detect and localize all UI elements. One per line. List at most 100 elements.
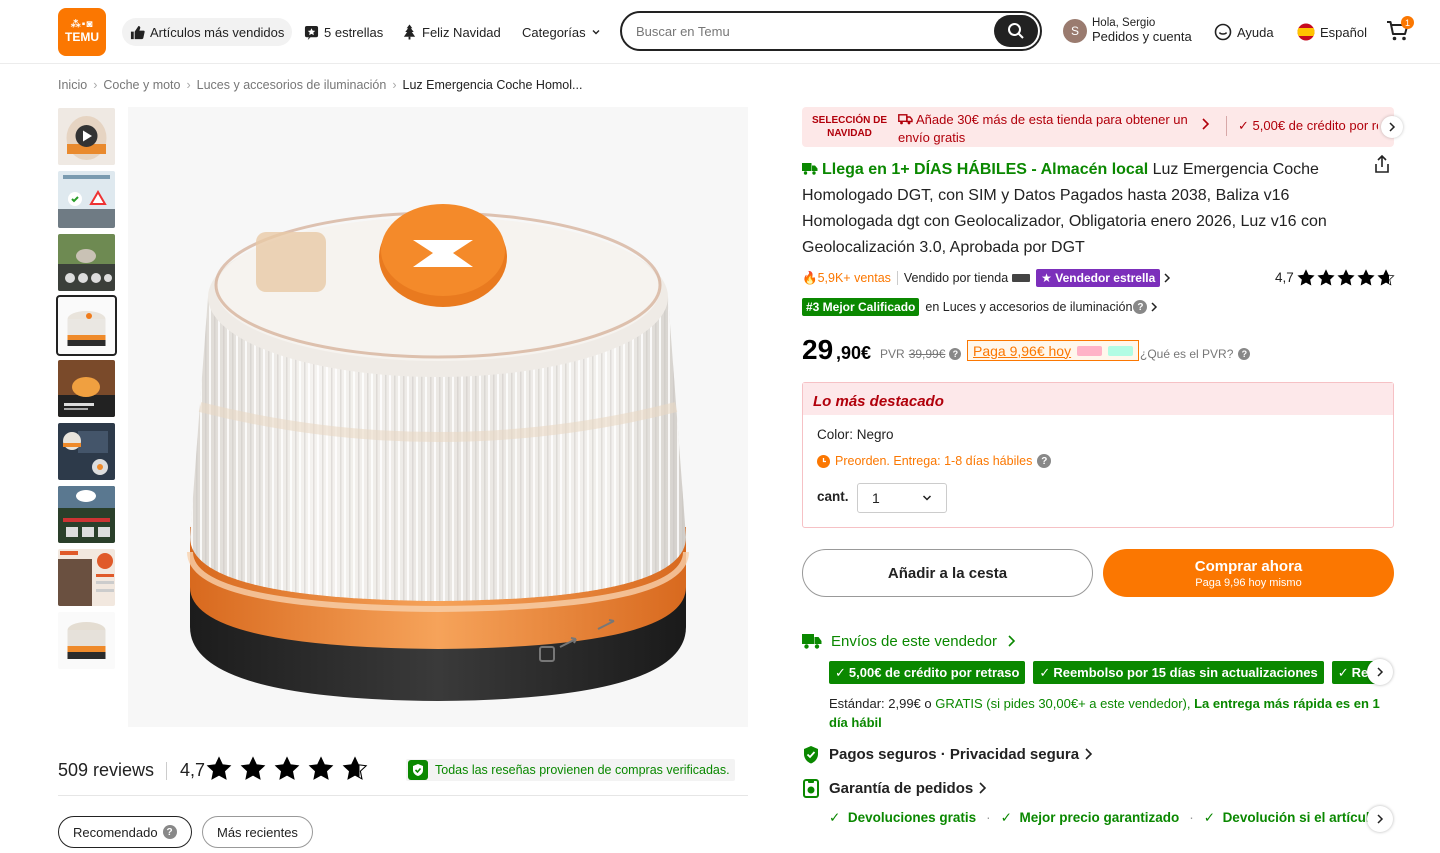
thumbnail-image — [58, 360, 115, 417]
search-button[interactable] — [994, 15, 1038, 47]
nav-categories[interactable]: Categorías — [522, 18, 601, 46]
thumbnail-6[interactable] — [58, 423, 115, 480]
separator-dot: · — [1189, 810, 1194, 825]
star-icon — [206, 756, 232, 780]
guarantee-next-button[interactable] — [1367, 806, 1393, 832]
star-seller-badge[interactable]: ★ Vendedor estrella — [1036, 269, 1161, 287]
product-title: Llega en 1+ DÍAS HÁBILES - Almacén local… — [802, 157, 1362, 261]
star-icon — [1357, 269, 1375, 286]
thumbnail-9[interactable] — [58, 612, 115, 669]
thumbs-up-icon — [130, 25, 145, 39]
thumbnail-image — [58, 549, 115, 606]
promo-next-button[interactable] — [1381, 116, 1403, 138]
emergency-beacon-image — [128, 107, 748, 727]
breadcrumb-car-moto[interactable]: Coche y moto — [103, 78, 180, 92]
help-icon[interactable]: ? — [949, 348, 962, 360]
reviews-divider-line — [58, 795, 748, 796]
help-icon[interactable]: ? — [1037, 454, 1052, 468]
star-badge-icon — [304, 25, 319, 40]
breadcrumb-lighting[interactable]: Luces y accesorios de iluminación — [197, 78, 387, 92]
what-is-pvr-link[interactable]: ¿Qué es el PVR? ? — [1140, 347, 1251, 361]
pay-later-box[interactable]: Paga 9,96€ hoy — [967, 340, 1140, 361]
chevron-down-icon — [592, 30, 600, 35]
nav-best-sellers[interactable]: Artículos más vendidos — [122, 18, 293, 46]
guarantee-item: ✓ Devolución si el artículo está dañado — [1204, 810, 1369, 830]
nav-five-stars[interactable]: 5 estrellas — [304, 18, 383, 46]
search-bar — [620, 11, 1042, 51]
benefit-chip: ✓ Reembolso por 15 días sin actualizacio… — [1033, 661, 1324, 684]
reviews-count: 509 reviews — [58, 760, 155, 780]
thumbnail-video[interactable] — [58, 108, 115, 165]
breadcrumb-separator: › — [392, 78, 397, 92]
thumbnail-2[interactable] — [58, 171, 115, 228]
video-thumbnail-image — [58, 108, 115, 165]
standard-shipping-info: Estándar: 2,99€ o GRATIS (si pides 30,00… — [829, 694, 1399, 732]
help-icon[interactable]: ? — [1133, 300, 1148, 314]
shipping-benefits: ✓ 5,00€ de crédito por retraso ✓ Reembol… — [829, 661, 1379, 685]
share-icon — [1375, 154, 1389, 173]
avatar[interactable]: S — [1063, 19, 1087, 43]
add-to-cart-button[interactable]: Añadir a la cesta — [802, 549, 1093, 597]
clearpay-logo — [1108, 345, 1134, 356]
thumbnail-8[interactable] — [58, 549, 115, 606]
promo-text-label: Añade 30€ más de esta tienda para obtene… — [898, 112, 1188, 145]
benefits-next-button[interactable] — [1367, 659, 1393, 685]
local-warehouse-tag: Llega en 1+ DÍAS HÁBILES - Almacén local — [802, 161, 1148, 178]
check-icon: ✓ — [1238, 118, 1253, 133]
thumbnail-7[interactable] — [58, 486, 115, 543]
chevron-right-icon — [1377, 667, 1384, 677]
guarantee-item-label: Devoluciones gratis — [847, 810, 977, 825]
chevron-right-icon — [1085, 748, 1093, 760]
star-icon — [308, 756, 334, 780]
chevron-right-icon[interactable] — [1200, 117, 1210, 136]
chevron-right-icon — [1008, 635, 1016, 647]
thumbnail-4-selected[interactable] — [56, 295, 117, 356]
guarantee-icon — [803, 778, 819, 798]
seller-link[interactable]: Vendido por tienda — [896, 271, 1008, 285]
chevron-right-icon — [1389, 122, 1396, 132]
truck-icon — [802, 633, 822, 649]
temu-logo[interactable]: ⁂▪◙ TEMU — [58, 8, 106, 56]
order-guarantee-link[interactable]: Garantía de pedidos — [802, 778, 987, 798]
chat-smile-icon — [1214, 23, 1232, 41]
klarna-logo — [1077, 345, 1103, 356]
star-seller-label: Vendedor estrella — [1055, 271, 1156, 285]
account-menu[interactable]: Hola, Sergio Pedidos y cuenta — [1092, 17, 1192, 45]
buy-now-label: Comprar ahora — [1194, 557, 1303, 575]
help-icon: ? — [162, 825, 177, 839]
shield-check-icon — [804, 745, 818, 763]
thumbnail-image — [58, 423, 115, 480]
sort-recent-button[interactable]: Más recientes — [202, 816, 313, 848]
star-icon — [274, 756, 300, 780]
secure-payments-link[interactable]: Pagos seguros · Privacidad segura — [802, 744, 1093, 764]
orders-account-label: Pedidos y cuenta — [1092, 29, 1192, 45]
thumbnail-5[interactable] — [58, 360, 115, 417]
help-link[interactable]: Ayuda — [1214, 18, 1274, 46]
share-button[interactable] — [1372, 154, 1392, 179]
price-decimal: ,90€ — [836, 343, 872, 363]
best-rated-line[interactable]: #3 Mejor Calificado en Luces y accesorio… — [802, 297, 1159, 317]
shipping-tag-label: Llega en 1+ DÍAS HÁBILES - Almacén local — [822, 161, 1149, 178]
search-input[interactable] — [636, 21, 986, 41]
sales-count: 🔥5,9K+ ventas — [802, 271, 891, 286]
thumbnail-3[interactable] — [58, 234, 115, 291]
main-product-image[interactable] — [128, 107, 748, 727]
star-icon — [342, 756, 368, 780]
sort-recommended-button[interactable]: Recomendado ? — [58, 816, 192, 848]
star-icon — [1317, 269, 1335, 286]
sales-count-label: 5,9K+ ventas — [817, 270, 891, 285]
buy-now-button[interactable]: Comprar ahora Paga 9,96 hoy mismo — [1103, 549, 1394, 597]
breadcrumb: Inicio › Coche y moto › Luces y accesori… — [58, 78, 582, 92]
nav-christmas[interactable]: Feliz Navidad — [402, 18, 501, 46]
guarantee-items: ✓ Devoluciones gratis · ✓ Mejor precio g… — [829, 810, 1369, 830]
seller-shipping-link[interactable]: Envíos de este vendedor — [802, 631, 1016, 651]
product-stars[interactable] — [1297, 269, 1395, 287]
top-header: ⁂▪◙ TEMU Artículos más vendidos 5 estrel… — [0, 0, 1440, 64]
delay-credit-promo: ✓ 5,00€ de crédito por retraso — [1238, 118, 1378, 134]
preorder-info: Preorden. Entrega: 1-8 días hábiles ? — [817, 454, 1052, 468]
sort-recent-label: Más recientes — [217, 824, 298, 840]
quantity-select[interactable]: 1 — [857, 483, 947, 513]
shield-check-icon — [408, 760, 428, 780]
breadcrumb-home[interactable]: Inicio — [58, 78, 87, 92]
language-selector[interactable]: Español — [1297, 18, 1367, 46]
